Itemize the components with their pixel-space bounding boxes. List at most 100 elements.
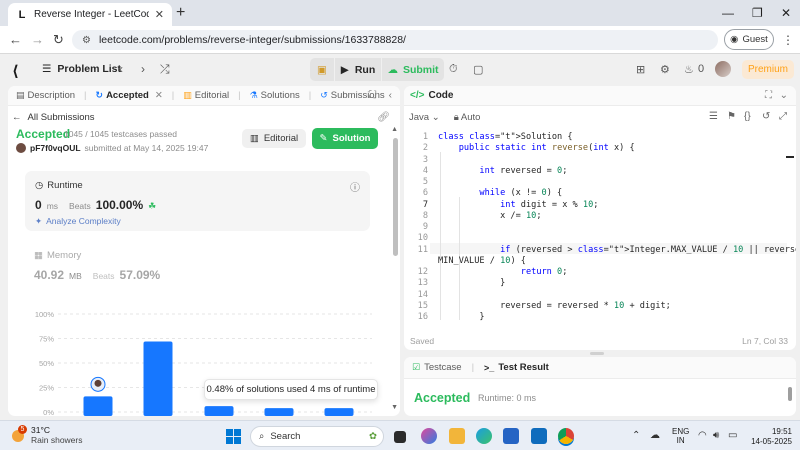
code-panel-title: Code bbox=[428, 90, 454, 101]
panel-resize-handle[interactable] bbox=[590, 352, 604, 355]
maximize-editor-icon[interactable]: ⛶ bbox=[765, 90, 772, 101]
leetcode-logo-icon[interactable]: ⟨ bbox=[12, 62, 19, 80]
runtime-unit: ms bbox=[46, 201, 59, 211]
close-tab-icon[interactable]: ✕ bbox=[155, 8, 164, 21]
scroll-down-icon[interactable]: ▼ bbox=[391, 404, 398, 411]
browser-tab[interactable]: L Reverse Integer - LeetCode ✕ bbox=[8, 3, 172, 26]
prev-problem-icon[interactable]: ‹ bbox=[119, 62, 123, 76]
back-icon[interactable]: ← bbox=[9, 32, 22, 47]
settings-gear-icon[interactable]: ⚙ bbox=[660, 63, 670, 76]
debug-button[interactable]: ▣ bbox=[310, 58, 334, 81]
task-view-icon[interactable] bbox=[394, 431, 406, 443]
battery-icon[interactable]: ▭ bbox=[728, 430, 737, 441]
share-link-icon[interactable]: 🔗︎ bbox=[377, 112, 390, 123]
all-submissions-link[interactable]: ← All Submissions bbox=[12, 112, 95, 123]
show-hidden-icons-icon[interactable]: ⌃ bbox=[632, 430, 640, 441]
input-language[interactable]: ENG IN bbox=[672, 427, 689, 445]
tab-accepted[interactable]: ↻ Accepted ✕ bbox=[96, 90, 163, 101]
chart-bar[interactable] bbox=[143, 341, 173, 416]
forward-icon[interactable]: → bbox=[31, 32, 44, 47]
collapse-editor-icon[interactable]: ⌄ bbox=[780, 90, 788, 101]
weather-condition: Rain showers bbox=[31, 435, 83, 445]
code-text: if (reversed > class="t">Integer.MAX_VAL… bbox=[500, 244, 796, 255]
store-icon[interactable] bbox=[503, 428, 519, 444]
scroll-up-icon[interactable]: ▲ bbox=[391, 126, 398, 133]
run-button[interactable]: ▶ Run bbox=[335, 58, 381, 81]
tab-test-result[interactable]: >_ Test Result bbox=[484, 362, 549, 373]
timer-icon[interactable]: ⏱ bbox=[449, 63, 458, 76]
coin-count: 0 bbox=[698, 63, 705, 75]
shuffle-icon[interactable]: ⤮ bbox=[160, 62, 170, 77]
solution-button[interactable]: ✎ Solution bbox=[312, 128, 378, 149]
maximize-panel-icon[interactable]: ⛶ bbox=[369, 90, 376, 101]
chart-bar[interactable] bbox=[324, 408, 354, 416]
terminal-icon: >_ bbox=[484, 362, 495, 373]
reset-icon[interactable]: ↺ bbox=[762, 111, 770, 122]
browser-menu-icon[interactable]: ⋮ bbox=[782, 33, 794, 47]
reload-icon[interactable]: ↻ bbox=[53, 32, 64, 48]
code-text: class class="t">Solution { bbox=[438, 132, 573, 142]
premium-button[interactable]: Premium bbox=[742, 60, 794, 79]
next-problem-icon[interactable]: › bbox=[141, 62, 145, 76]
runtime-card[interactable]: ◷ Runtime ⓘ 0 ms Beats 100.00% ☘ ✦ Analy… bbox=[25, 171, 370, 231]
file-explorer-icon[interactable] bbox=[449, 428, 465, 444]
language-select[interactable]: Java ⌄ bbox=[409, 112, 440, 123]
url-bar[interactable]: ⚙ leetcode.com/problems/reverse-integer/… bbox=[72, 30, 718, 50]
chrome-icon[interactable] bbox=[558, 428, 574, 444]
outlook-icon[interactable] bbox=[531, 428, 547, 444]
user-avatar[interactable] bbox=[715, 61, 731, 77]
analyze-complexity-link[interactable]: ✦ Analyze Complexity bbox=[35, 216, 121, 227]
streak-fire-icon[interactable]: ♨ bbox=[684, 63, 694, 76]
editorial-button[interactable]: ▥ Editorial bbox=[242, 129, 306, 148]
runtime-value: 0 bbox=[35, 198, 42, 212]
y-tick-label: 100% bbox=[35, 310, 55, 319]
line-number: 3 bbox=[422, 154, 428, 165]
address-bar-row: ← → ↻ ⚙ leetcode.com/problems/reverse-in… bbox=[0, 26, 800, 54]
taskbar-search[interactable]: ⌕ Search ✿ bbox=[250, 426, 384, 447]
submit-button[interactable]: ☁ Submit bbox=[382, 58, 444, 81]
problem-list-button[interactable]: ☰ Problem List bbox=[42, 63, 121, 75]
maximize-icon[interactable]: ❐ bbox=[752, 6, 763, 20]
chart-bar[interactable] bbox=[264, 408, 294, 416]
start-windows-icon[interactable] bbox=[226, 429, 241, 444]
fullscreen-icon[interactable]: ⤢ bbox=[779, 111, 787, 122]
format-icon[interactable]: ☰ bbox=[709, 111, 718, 122]
tab-testcase[interactable]: ☑ Testcase bbox=[412, 362, 462, 373]
notes-icon[interactable]: ▢ bbox=[473, 63, 483, 76]
editor-scroll-marker[interactable] bbox=[786, 156, 794, 158]
memory-values: 40.92 MB Beats 57.09% bbox=[34, 268, 160, 282]
minimize-icon[interactable]: — bbox=[722, 6, 734, 20]
code-editor[interactable]: 1 class class="t">Solution {2 public stat… bbox=[404, 130, 796, 326]
tab-solutions[interactable]: ⚗ Solutions bbox=[250, 90, 300, 101]
volume-icon[interactable]: 🔊︎ bbox=[713, 430, 719, 441]
memory-header[interactable]: ▦ Memory bbox=[34, 250, 81, 261]
collapse-panel-icon[interactable]: ‹ bbox=[389, 90, 392, 101]
cloud-sync-icon[interactable]: ☁ bbox=[650, 430, 660, 441]
new-tab-icon[interactable]: + bbox=[176, 5, 185, 21]
braces-icon[interactable]: {} bbox=[744, 111, 751, 122]
guest-profile-button[interactable]: ◉ Guest bbox=[724, 29, 774, 50]
edge-icon[interactable] bbox=[476, 428, 492, 444]
bookmark-icon[interactable]: ⚑ bbox=[727, 111, 736, 122]
result-scrollbar[interactable] bbox=[788, 387, 792, 401]
site-info-icon[interactable]: ⚙ bbox=[82, 35, 91, 46]
close-window-icon[interactable]: ✕ bbox=[781, 6, 791, 20]
submitter-name[interactable]: pF7f0vqOUL bbox=[30, 143, 81, 153]
layout-icon[interactable]: ⊞ bbox=[636, 63, 645, 76]
info-icon[interactable]: ⓘ bbox=[350, 179, 360, 194]
weather-widget[interactable]: 5 31°C Rain showers bbox=[10, 425, 83, 445]
chart-bar[interactable] bbox=[204, 406, 234, 416]
system-clock[interactable]: 19:51 14-05-2025 bbox=[748, 427, 792, 447]
profile-icon: ◉ bbox=[730, 34, 739, 45]
chart-bar[interactable] bbox=[83, 396, 113, 416]
runtime-header: ◷ Runtime bbox=[35, 180, 83, 191]
copilot-icon[interactable] bbox=[421, 428, 437, 444]
submit-label: Submit bbox=[402, 63, 439, 76]
auto-mode[interactable]: 🔒︎ Auto bbox=[454, 112, 481, 123]
tab-description[interactable]: ▤ Description bbox=[16, 90, 75, 101]
tab-editorial[interactable]: ▥ Editorial bbox=[183, 90, 229, 101]
close-accepted-tab-icon[interactable]: ✕ bbox=[155, 90, 163, 101]
wifi-icon[interactable]: ◠ bbox=[698, 430, 707, 441]
code-text: MIN_VALUE / 10) { bbox=[438, 255, 526, 266]
left-panel-scrollbar[interactable] bbox=[393, 138, 398, 256]
